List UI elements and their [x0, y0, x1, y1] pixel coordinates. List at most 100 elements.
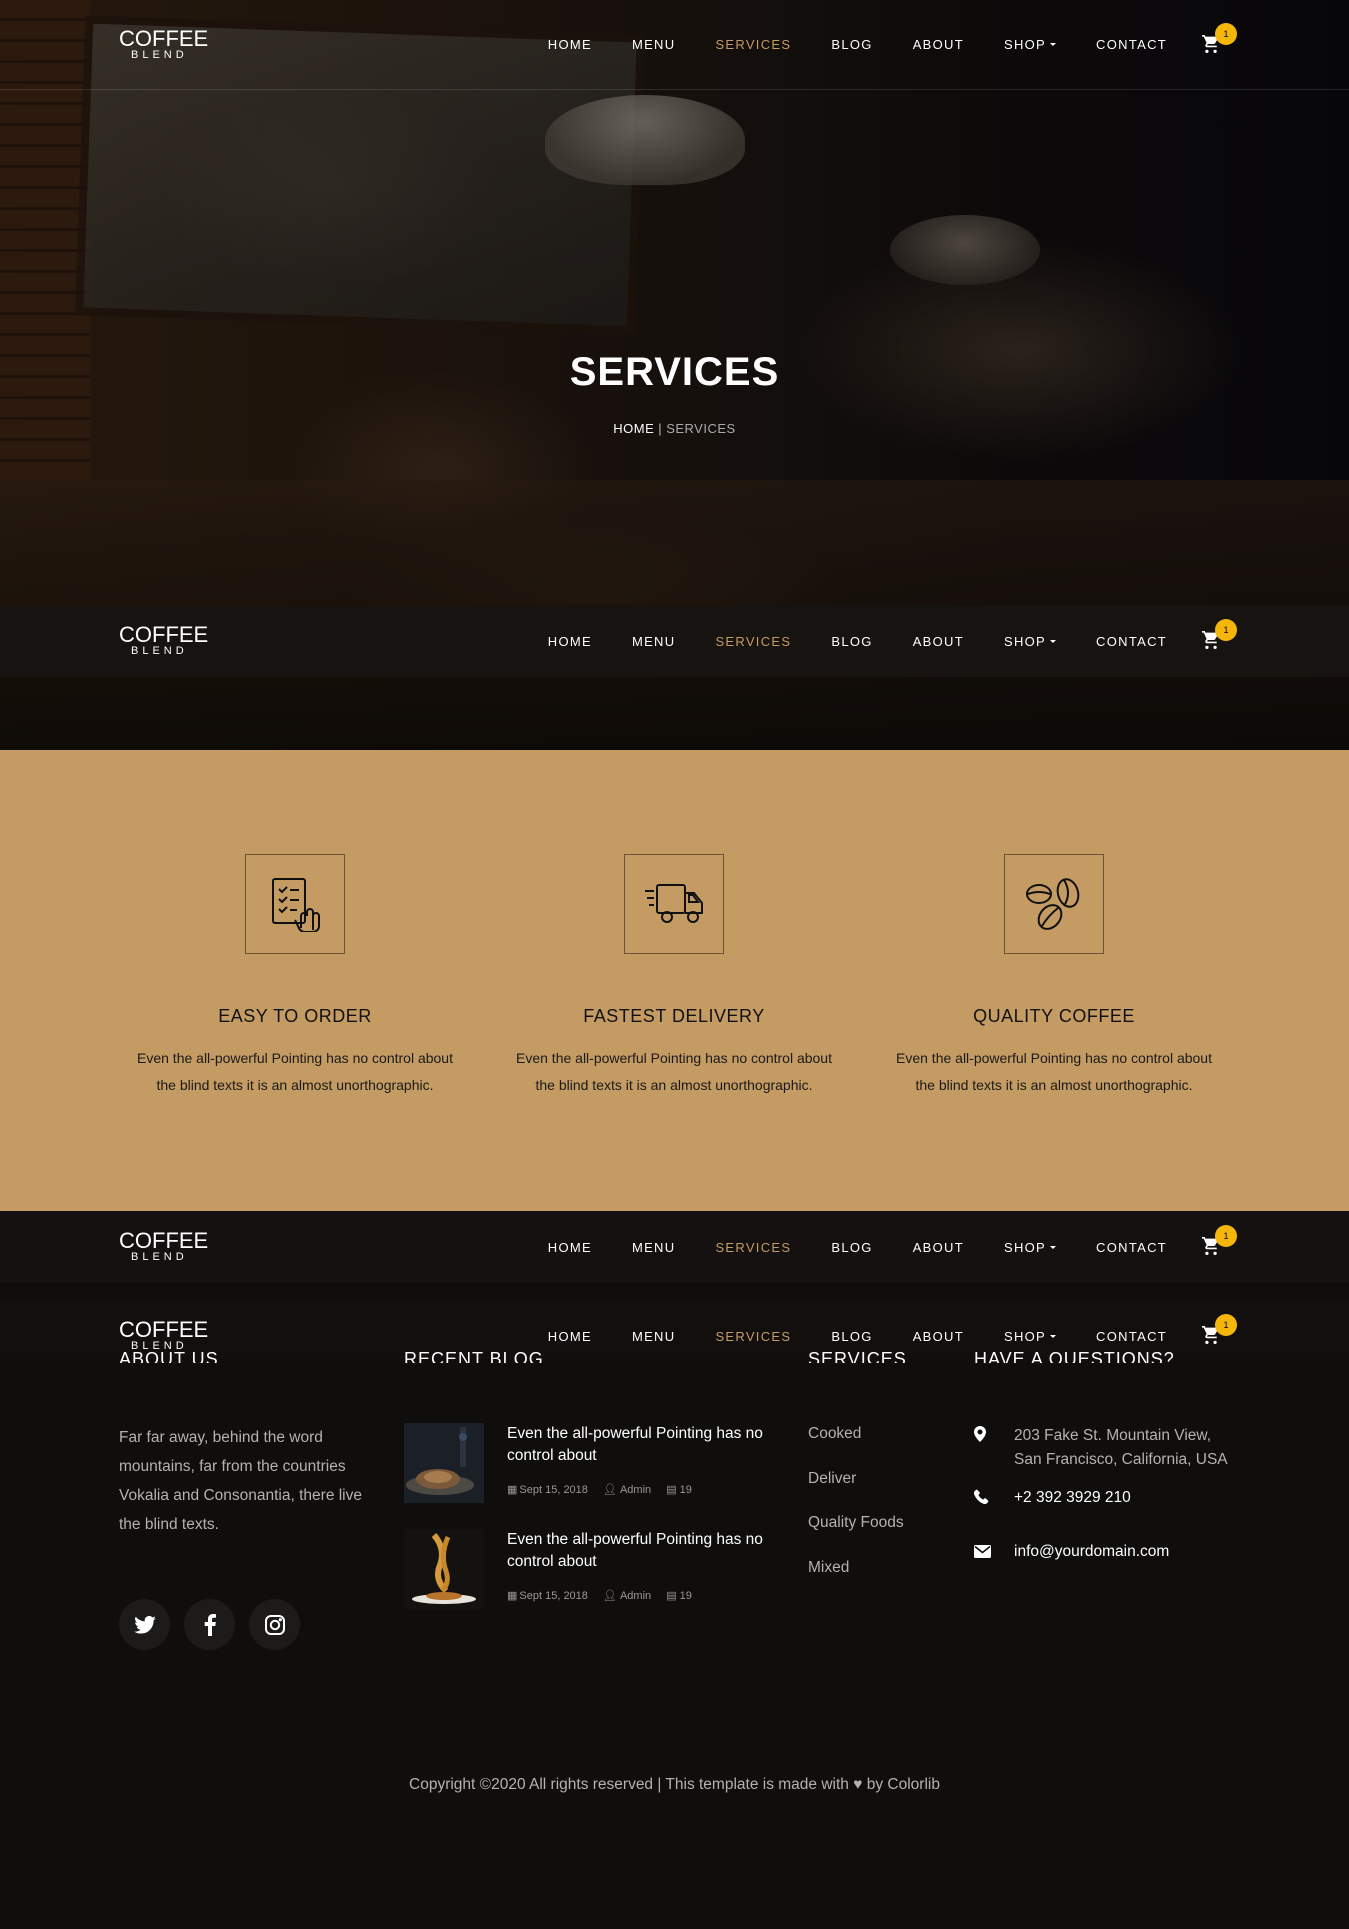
- chevron-down-icon: [1050, 43, 1057, 46]
- breadcrumb-home-link[interactable]: HOME: [613, 421, 654, 436]
- blog-post-date: ▦ Sept 15, 2018: [507, 1590, 588, 1602]
- nav-item-menu[interactable]: MENU: [632, 1240, 675, 1255]
- contact-email-text[interactable]: info@yourdomain.com: [1014, 1543, 1169, 1560]
- nav-item-menu[interactable]: MENU: [632, 1329, 675, 1344]
- footer-services-list: Cooked Deliver Quality Foods Mixed: [808, 1425, 904, 1603]
- blog-post-comments-count: 19: [679, 1590, 692, 1602]
- map-marker-icon: [974, 1426, 994, 1446]
- footer-heading-services: SERVICES: [808, 1349, 907, 1363]
- nav-item-home[interactable]: HOME: [548, 1329, 592, 1344]
- brand-name: COFFEE: [119, 622, 209, 647]
- nav-item-about[interactable]: ABOUT: [913, 1329, 964, 1344]
- blog-post-author-text: Admin: [619, 1484, 652, 1496]
- nav-item-contact[interactable]: CONTACT: [1096, 634, 1167, 649]
- blog-post-comments[interactable]: ▤ 19: [666, 1484, 692, 1496]
- person-icon: 👤︎: [602, 1484, 617, 1496]
- nav-item-services[interactable]: SERVICES: [715, 37, 791, 52]
- blog-post-title[interactable]: Even the all-powerful Pointing has no co…: [507, 1423, 767, 1467]
- service-text: Even the all-powerful Pointing has no co…: [516, 1050, 832, 1093]
- copyright-credit-link[interactable]: by Colorlib: [867, 1776, 940, 1793]
- nav-item-home[interactable]: HOME: [548, 1240, 592, 1255]
- breadcrumb: HOME | SERVICES: [0, 421, 1349, 436]
- service-card-fastest-delivery: FASTEST DELIVERY Even the all-powerful P…: [509, 854, 839, 1099]
- footer-service-link-cooked[interactable]: Cooked: [808, 1425, 904, 1470]
- footer-about-text: Far far away, behind the word mountains,…: [119, 1429, 362, 1533]
- nav-item-services[interactable]: SERVICES: [715, 634, 791, 649]
- blog-post-author[interactable]: 👤︎ Admin: [603, 1484, 651, 1496]
- nav-item-shop-label: SHOP: [1003, 1239, 1047, 1255]
- nav-item-about[interactable]: ABOUT: [913, 1240, 964, 1255]
- brand-name: COFFEE: [119, 1317, 209, 1342]
- service-card-easy-order: EASY TO ORDER Even the all-powerful Poin…: [130, 854, 460, 1099]
- nav-item-blog[interactable]: BLOG: [831, 37, 872, 52]
- nav-item-about[interactable]: ABOUT: [913, 634, 964, 649]
- nav-item-services[interactable]: SERVICES: [715, 1240, 791, 1255]
- brand-logo[interactable]: COFFEE BLEND: [119, 622, 209, 658]
- facebook-icon[interactable]: [184, 1599, 235, 1650]
- contact-email[interactable]: info@yourdomain.com: [974, 1540, 1234, 1564]
- nav-item-shop-label: SHOP: [1003, 1328, 1047, 1344]
- nav-item-shop[interactable]: SHOP: [1003, 1239, 1057, 1255]
- cart-button[interactable]: 1: [1201, 1314, 1237, 1346]
- blog-post-meta: ▦ Sept 15, 2018 👤︎ Admin ▤ 19: [507, 1483, 704, 1496]
- brand-logo[interactable]: COFFEE BLEND: [119, 27, 208, 61]
- service-title: EASY TO ORDER: [218, 1006, 372, 1026]
- coffee-beans-icon: [1004, 854, 1104, 954]
- nav-item-contact[interactable]: CONTACT: [1096, 1329, 1167, 1344]
- cart-count-badge: 1: [1215, 619, 1237, 641]
- blog-post-author-text: Admin: [619, 1590, 652, 1602]
- heart-icon: ♥: [853, 1776, 863, 1793]
- cart-button[interactable]: 1: [1201, 22, 1237, 55]
- nav-item-about[interactable]: ABOUT: [913, 37, 964, 52]
- social-links: [119, 1599, 300, 1650]
- cart-button[interactable]: 1: [1201, 1225, 1237, 1257]
- nav-item-home[interactable]: HOME: [548, 634, 592, 649]
- nav-item-contact[interactable]: CONTACT: [1096, 37, 1167, 52]
- contact-phone[interactable]: +2 392 3929 210: [973, 1486, 1234, 1510]
- blog-post-comments[interactable]: ▤ 19: [666, 1590, 692, 1602]
- contact-address: 203 Fake St. Mountain View, San Francisc…: [974, 1424, 1234, 1472]
- nav-item-shop[interactable]: SHOP: [1003, 633, 1057, 649]
- blog-post-title[interactable]: Even the all-powerful Pointing has no co…: [507, 1529, 767, 1573]
- footer-heading-about: ABOUT US: [119, 1349, 219, 1363]
- twitter-icon[interactable]: [119, 1599, 170, 1650]
- nav-item-menu[interactable]: MENU: [632, 634, 675, 649]
- nav-item-contact[interactable]: CONTACT: [1096, 1240, 1167, 1255]
- nav-item-shop[interactable]: SHOP: [1004, 37, 1057, 52]
- blog-post-author[interactable]: 👤︎ Admin: [603, 1590, 651, 1602]
- nav-item-menu[interactable]: MENU: [632, 37, 675, 52]
- copyright-prefix: Copyright ©2020 All rights reserved | Th…: [409, 1776, 849, 1793]
- nav-item-blog[interactable]: BLOG: [831, 1240, 872, 1255]
- cart-button[interactable]: 1: [1201, 619, 1237, 651]
- service-text: Even the all-powerful Pointing has no co…: [896, 1050, 1212, 1093]
- navbar-sticky-2: COFFEE BLEND HOME MENU SERVICES BLOG ABO…: [0, 1211, 1349, 1283]
- blog-post-thumbnail[interactable]: [404, 1423, 484, 1503]
- footer-heading-blog: RECENT BLOG: [404, 1349, 544, 1363]
- footer-service-link-deliver[interactable]: Deliver: [808, 1470, 904, 1515]
- brand-logo[interactable]: COFFEE BLEND: [119, 1317, 209, 1353]
- footer-service-link-quality-foods[interactable]: Quality Foods: [808, 1514, 904, 1559]
- nav-item-blog[interactable]: BLOG: [831, 1329, 872, 1344]
- blog-post-thumbnail[interactable]: [404, 1529, 484, 1609]
- person-icon: 👤︎: [602, 1590, 617, 1602]
- instagram-icon[interactable]: [249, 1599, 300, 1650]
- nav-item-shop-label: SHOP: [1003, 633, 1047, 649]
- service-title: QUALITY COFFEE: [973, 1006, 1135, 1026]
- calendar-icon: ▦: [507, 1484, 518, 1496]
- footer-service-link-mixed[interactable]: Mixed: [808, 1559, 904, 1604]
- nav-item-services[interactable]: SERVICES: [715, 1329, 791, 1344]
- chevron-down-icon: [1050, 1245, 1057, 1249]
- footer: ABOUT US RECENT BLOG SERVICES HAVE A QUE…: [0, 1349, 1349, 1929]
- navbar-sticky: COFFEE BLEND HOME MENU SERVICES BLOG ABO…: [0, 605, 1349, 677]
- nav-item-shop[interactable]: SHOP: [1003, 1328, 1057, 1344]
- nav-item-blog[interactable]: BLOG: [831, 634, 872, 649]
- cart-count-badge: 1: [1215, 22, 1237, 45]
- brand-logo[interactable]: COFFEE BLEND: [119, 1230, 208, 1264]
- main-menu: HOME MENU SERVICES BLOG ABOUT SHOP CONTA…: [548, 0, 1349, 89]
- contact-phone-text[interactable]: +2 392 3929 210: [1014, 1489, 1131, 1506]
- footer-heading-questions: HAVE A QUESTIONS?: [974, 1349, 1175, 1363]
- blog-post-date-text: Sept 15, 2018: [519, 1484, 588, 1496]
- services-section: EASY TO ORDER Even the all-powerful Poin…: [0, 750, 1349, 1211]
- blog-post-date-text: Sept 15, 2018: [519, 1590, 588, 1602]
- nav-item-home[interactable]: HOME: [548, 37, 592, 52]
